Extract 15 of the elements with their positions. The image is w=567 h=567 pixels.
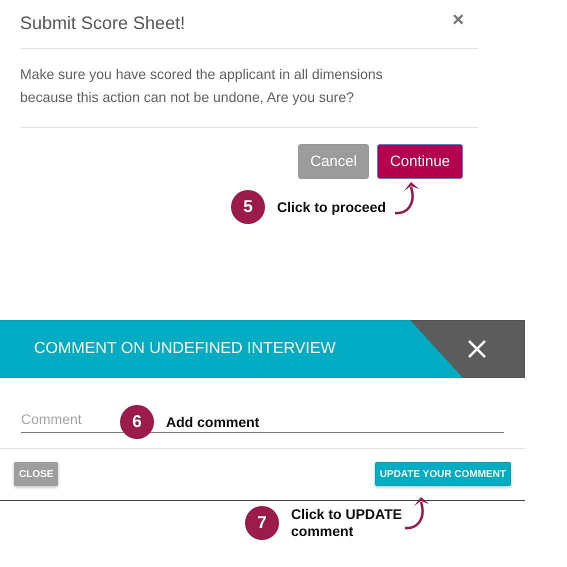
close-button[interactable]: × <box>452 11 464 29</box>
update-comment-button[interactable]: UPDATE YOUR COMMENT <box>374 462 511 486</box>
continue-button[interactable]: Continue <box>376 144 463 179</box>
close-button[interactable]: CLOSE <box>14 462 58 486</box>
dialog-title: COMMENT ON UNDEFINED INTERVIEW <box>33 339 337 359</box>
step-number: 5 <box>231 190 265 224</box>
step-number: 6 <box>120 405 154 439</box>
close-button[interactable] <box>467 339 487 359</box>
callout-text: Add comment <box>166 414 260 430</box>
cancel-button[interactable]: Cancel <box>298 144 369 179</box>
confirmation-message: Make sure you have scored the applicant in all dimensions because this action can not be undone, Are you sure? <box>20 49 478 128</box>
step-number: 7 <box>245 506 279 540</box>
dialog-title: Submit Score Sheet! <box>20 12 186 35</box>
callout-text: Click to proceed <box>277 198 386 216</box>
callout-text: Click to UPDATE comment <box>291 506 403 540</box>
